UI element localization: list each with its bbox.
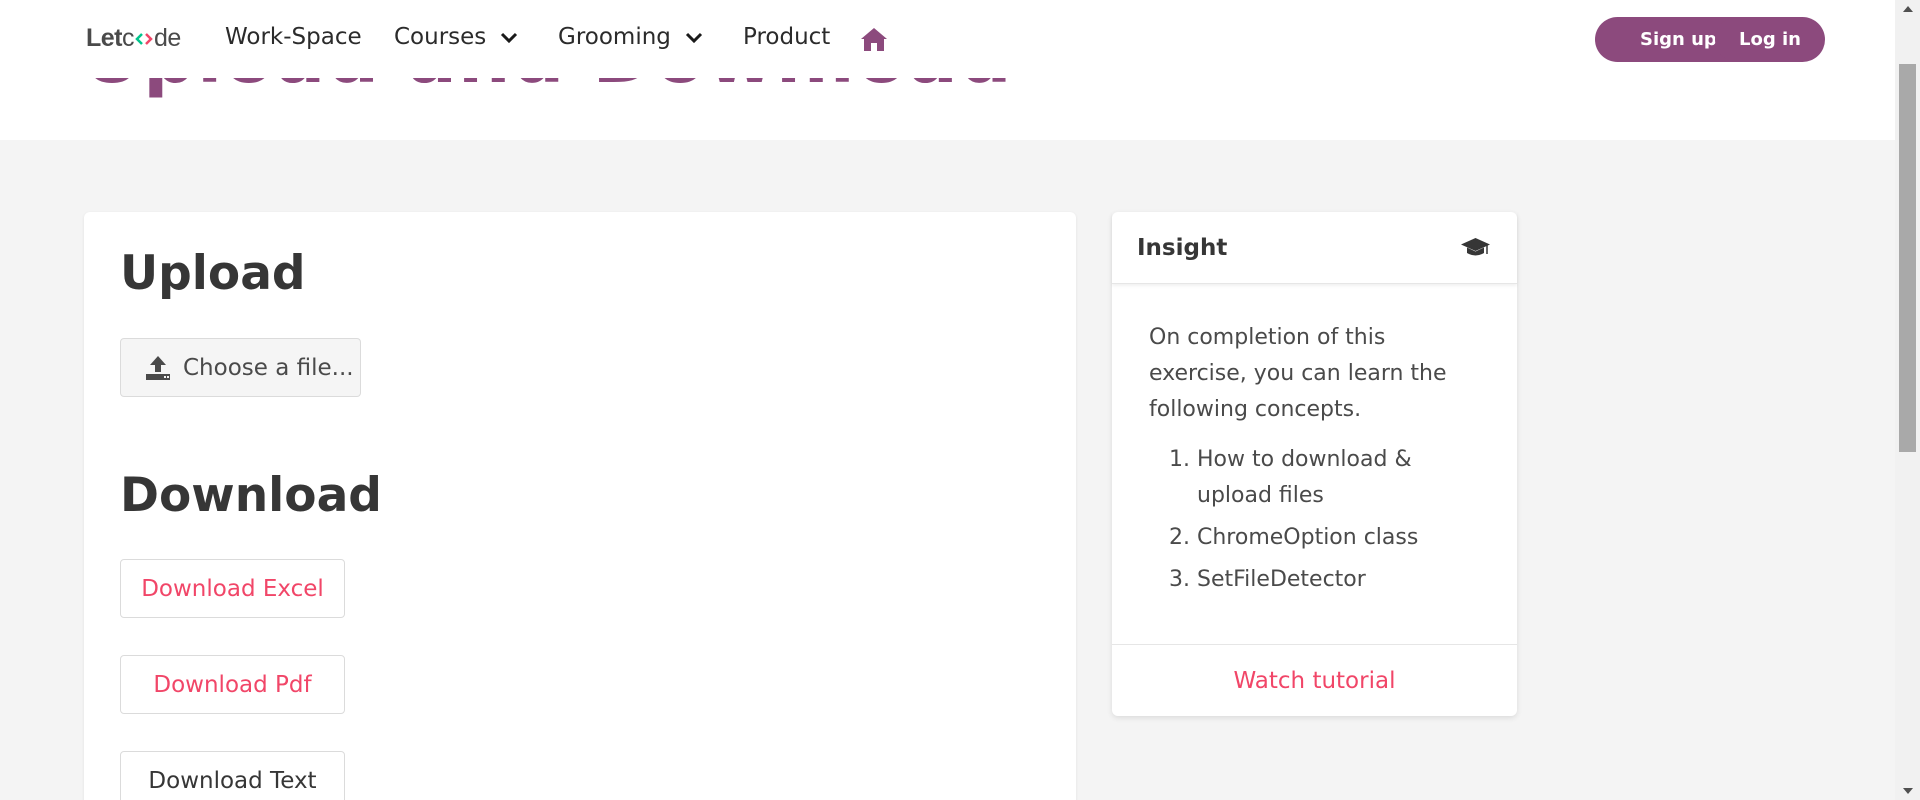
chevron-down-icon [685,32,702,44]
nav-item-label: Work-Space [225,24,362,50]
upload-download-card: Upload Choose a file... Download Downloa… [84,212,1076,800]
download-text-label: Download Text [148,767,317,794]
scroll-down-arrow-icon[interactable] [1895,782,1920,800]
page-scrollbar[interactable] [1895,0,1920,800]
scroll-up-arrow-icon[interactable] [1895,0,1920,18]
nav-item-product[interactable]: Product [743,24,830,50]
logo-text-prefix: Let [86,24,123,52]
login-button[interactable]: Log in [1715,17,1825,62]
insight-header: Insight [1112,212,1517,284]
insight-card: Insight On completion of this exercise, … [1112,212,1517,716]
download-text-button[interactable]: Download Text [120,751,345,800]
insight-body: On completion of this exercise, you can … [1112,284,1517,598]
watch-tutorial-link[interactable]: Watch tutorial [1112,644,1517,716]
logo-code-icon [135,31,153,47]
insight-title: Insight [1137,234,1228,261]
graduation-cap-icon [1461,237,1490,255]
scrollbar-thumb[interactable] [1899,64,1916,452]
nav-item-grooming[interactable]: Grooming [558,24,705,50]
list-item: How to download & upload files [1197,442,1481,514]
download-excel-button[interactable]: Download Excel [120,559,345,618]
download-excel-label: Download Excel [141,575,324,602]
nav-item-workspace[interactable]: Work-Space [225,24,362,50]
upload-heading: Upload [120,246,306,301]
choose-file-button[interactable]: Choose a file... [120,338,361,397]
download-heading: Download [120,468,382,523]
signup-label: Sign up [1640,29,1717,50]
nav-item-label: Grooming [558,24,671,50]
letcode-logo[interactable]: Letc de [86,24,181,53]
upload-icon [146,355,170,380]
choose-file-label: Choose a file... [183,354,354,381]
list-item: SetFileDetector [1197,562,1481,598]
download-pdf-button[interactable]: Download Pdf [120,655,345,714]
logo-text-mid: c [122,24,135,52]
top-navbar: Letc de Work-Space Courses Grooming Prod… [0,0,1895,78]
download-pdf-label: Download Pdf [153,671,312,698]
chevron-down-icon [501,32,518,44]
watch-tutorial-label: Watch tutorial [1233,667,1396,694]
logo-text-suffix: de [154,24,181,52]
nav-item-courses[interactable]: Courses [394,24,520,50]
nav-item-label: Product [743,24,831,50]
login-label: Log in [1739,29,1801,50]
list-item: ChromeOption class [1197,520,1481,556]
insight-intro: On completion of this exercise, you can … [1149,325,1447,422]
home-icon[interactable] [860,26,888,52]
insight-concepts-list: How to download & upload files ChromeOpt… [1149,442,1481,598]
nav-item-label: Courses [394,24,487,50]
